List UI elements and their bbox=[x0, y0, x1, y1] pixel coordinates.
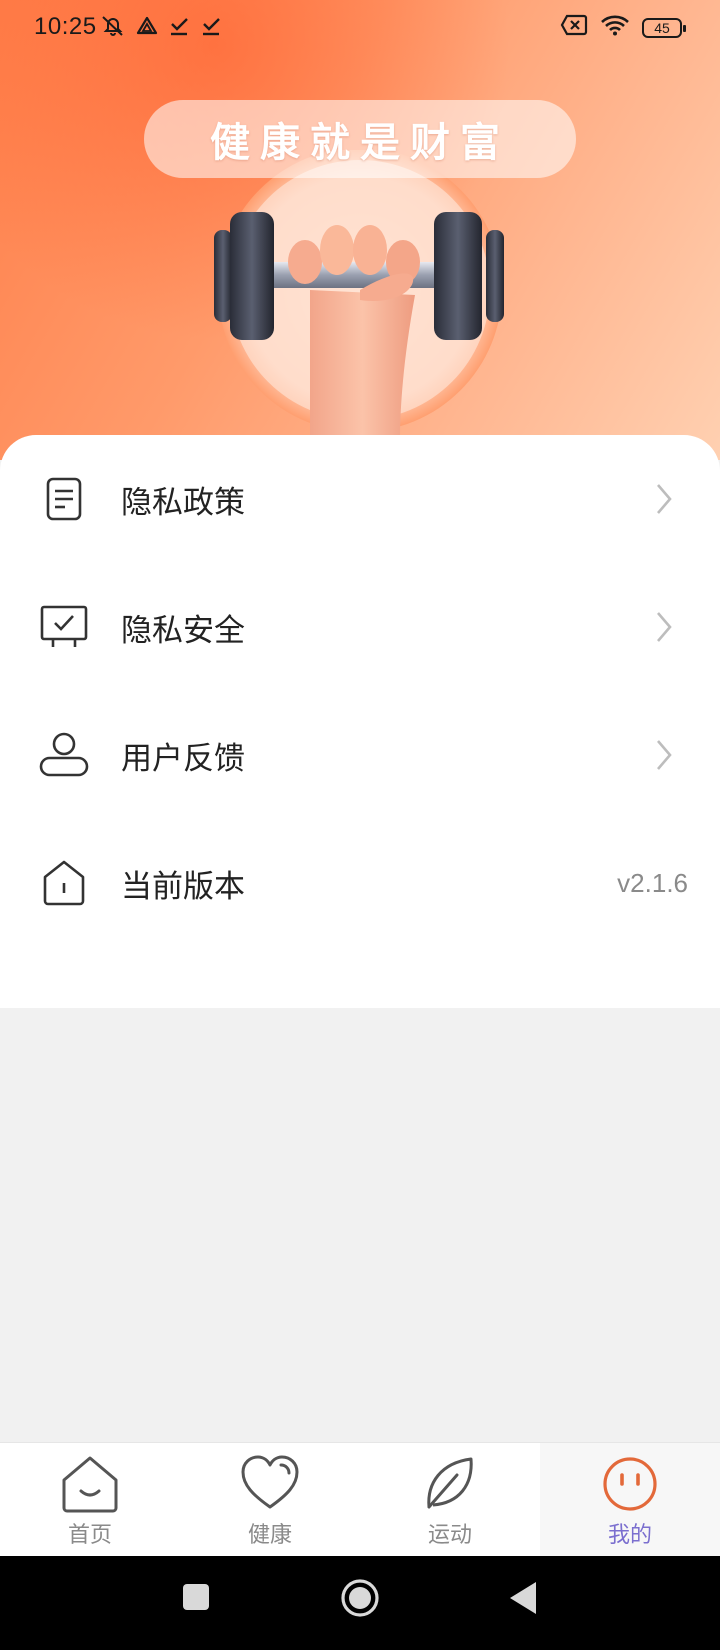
recent-apps-icon[interactable] bbox=[181, 1582, 211, 1612]
mute-icon bbox=[100, 14, 126, 43]
tab-label: 我的 bbox=[607, 1522, 652, 1547]
menu-item-label: 用户反馈 bbox=[121, 740, 245, 776]
dumbbell-illustration bbox=[210, 148, 510, 440]
download-done-icon bbox=[200, 15, 222, 42]
download-done-icon bbox=[168, 15, 190, 42]
home-button-icon[interactable] bbox=[340, 1578, 380, 1618]
tab-sport[interactable]: 运动 bbox=[360, 1443, 540, 1557]
bottom-tab-bar: 首页 健康 运动 我的 bbox=[0, 1442, 720, 1557]
status-system-icons: 45 bbox=[560, 14, 686, 41]
menu-item-label: 隐私安全 bbox=[121, 612, 245, 648]
version-value: v2.1.6 bbox=[617, 867, 688, 898]
tab-label: 首页 bbox=[67, 1522, 112, 1547]
tab-label: 运动 bbox=[427, 1522, 472, 1547]
settings-card: 隐私政策 隐私安全 用户反馈 当前版本 v2.1.6 bbox=[0, 435, 720, 1008]
menu-item-privacy-policy[interactable]: 隐私政策 bbox=[0, 435, 720, 563]
menu-item-label: 当前版本 bbox=[121, 868, 245, 904]
heart-icon bbox=[239, 1453, 301, 1515]
status-time: 10:25 bbox=[34, 13, 97, 40]
drive-icon bbox=[136, 16, 158, 41]
leaf-icon bbox=[419, 1453, 481, 1515]
slogan-banner: 健康就是财富 bbox=[144, 100, 576, 178]
tab-label: 健康 bbox=[247, 1522, 292, 1547]
menu-item-user-feedback[interactable]: 用户反馈 bbox=[0, 691, 720, 819]
chevron-right-icon bbox=[657, 740, 672, 770]
menu-item-current-version[interactable]: 当前版本 v2.1.6 bbox=[0, 819, 720, 947]
status-bar: 10:25 45 bbox=[0, 0, 720, 56]
user-icon bbox=[38, 729, 90, 781]
tab-home[interactable]: 首页 bbox=[0, 1443, 180, 1557]
wifi-icon bbox=[600, 14, 630, 41]
status-notification-icons bbox=[100, 14, 222, 43]
chevron-right-icon bbox=[657, 612, 672, 642]
smiley-icon bbox=[599, 1453, 661, 1515]
system-nav-bar bbox=[0, 1556, 720, 1650]
menu-item-label: 隐私政策 bbox=[121, 484, 245, 520]
document-icon bbox=[38, 473, 90, 525]
menu-item-privacy-security[interactable]: 隐私安全 bbox=[0, 563, 720, 691]
chevron-right-icon bbox=[657, 484, 672, 514]
house-info-icon bbox=[38, 857, 90, 909]
tab-mine[interactable]: 我的 bbox=[540, 1443, 720, 1557]
monitor-check-icon bbox=[38, 601, 90, 653]
back-icon[interactable] bbox=[508, 1580, 538, 1616]
sim-error-icon bbox=[560, 14, 588, 41]
battery-icon: 45 bbox=[642, 17, 686, 38]
home-icon bbox=[59, 1453, 121, 1515]
tab-health[interactable]: 健康 bbox=[180, 1443, 360, 1557]
